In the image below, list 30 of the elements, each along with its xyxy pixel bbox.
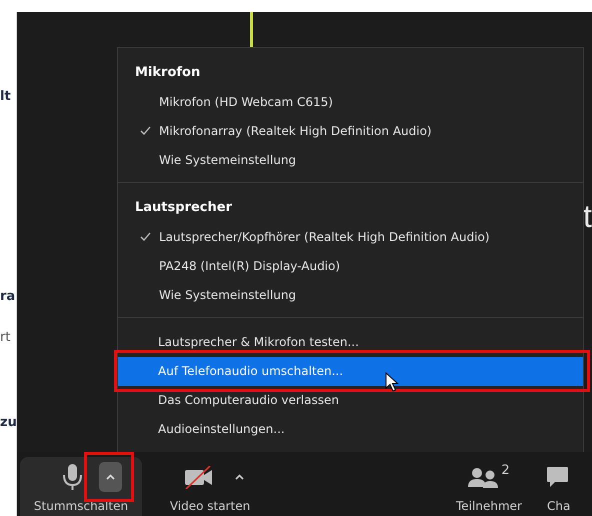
menu-item[interactable]: Lautsprecher & Mikrofon testen... — [118, 328, 583, 357]
text-fragment: ra — [0, 288, 16, 306]
chat-bubble-icon — [547, 467, 568, 487]
menu-item[interactable]: Mikrofonarray (Realtek High Definition Audio) — [118, 116, 583, 145]
participants-button[interactable]: 2 Teilnehmer — [444, 457, 534, 516]
crossed-camera-icon — [184, 466, 213, 488]
section-heading: Mikrofon — [134, 64, 202, 82]
section-heading: Lautsprecher — [134, 199, 233, 217]
menu-item[interactable]: Mikrofon (HD Webcam C615) — [118, 87, 583, 116]
text-fragment: lt — [0, 88, 12, 106]
mute-button[interactable]: Stummschalten — [20, 457, 142, 516]
menu-item[interactable]: PA248 (Intel(R) Display-Audio) — [118, 251, 583, 280]
chat-button[interactable]: Cha — [547, 457, 577, 516]
menu-item[interactable]: Wie Systemeinstellung — [118, 145, 583, 174]
caret-icon — [106, 474, 115, 480]
people-icon — [468, 466, 498, 488]
menu-item[interactable]: Auf Telefonaudio umschalten... — [118, 357, 583, 386]
microphone-icon — [62, 464, 83, 490]
caret-icon — [235, 474, 244, 480]
text-fragment: rt — [0, 329, 12, 347]
participant-count: 2 — [501, 463, 510, 478]
caret-button[interactable] — [235, 474, 244, 480]
text-fragment: zu — [0, 414, 16, 432]
menu-item[interactable]: Wie Systemeinstellung — [118, 280, 583, 309]
menu-item[interactable]: Audioeinstellungen... — [118, 415, 583, 444]
menu-item[interactable]: Lautsprecher/Kopfhörer (Realtek High Definition Audio) — [118, 222, 583, 251]
text-fragment: t — [583, 198, 592, 234]
caret-button[interactable] — [99, 462, 122, 492]
cursor-icon — [385, 372, 399, 392]
video-button[interactable]: Video starten — [160, 457, 260, 516]
